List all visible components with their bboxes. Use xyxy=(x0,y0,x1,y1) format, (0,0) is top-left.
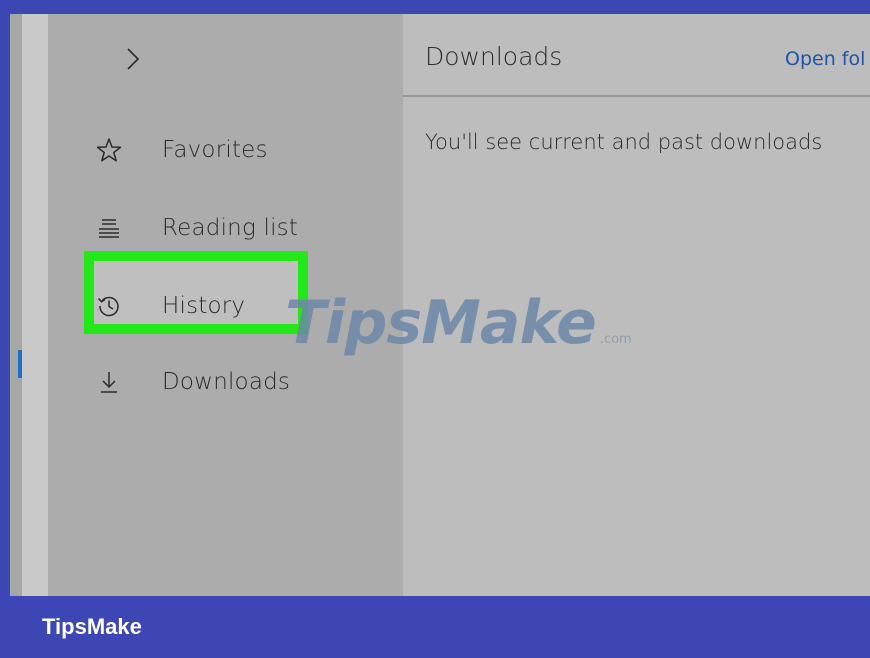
window-edge xyxy=(10,14,22,596)
sidebar-item-label: Favorites xyxy=(162,137,268,163)
chevron-right-icon[interactable] xyxy=(118,42,148,76)
footer-bar: TipsMake xyxy=(0,596,870,658)
sidebar-item-label: Reading list xyxy=(162,215,299,241)
star-icon xyxy=(92,133,126,167)
open-folder-link[interactable]: Open fol xyxy=(785,48,870,70)
window-edge-inner xyxy=(22,14,48,596)
history-icon xyxy=(92,289,126,323)
watermark-suffix: .com xyxy=(599,332,632,347)
sidebar-item-favorites[interactable]: Favorites xyxy=(48,122,403,178)
reading-list-icon xyxy=(92,211,126,245)
watermark-brand: TipsMake xyxy=(285,288,597,358)
watermark-logo: TipsMake .com xyxy=(285,288,632,358)
image-frame: Favorites Reading list History Downloads… xyxy=(0,0,870,658)
footer-brand: TipsMake xyxy=(42,614,142,639)
download-icon xyxy=(92,365,126,399)
sidebar-item-label: Downloads xyxy=(162,369,291,395)
panel-divider xyxy=(403,95,870,97)
sidebar-item-reading-list[interactable]: Reading list xyxy=(48,200,403,256)
selected-item-indicator xyxy=(18,350,22,378)
empty-downloads-message: You'll see current and past downloads xyxy=(425,130,823,154)
sidebar-item-label: History xyxy=(162,293,246,319)
page-title: Downloads xyxy=(425,42,563,71)
sidebar-item-downloads[interactable]: Downloads xyxy=(48,354,403,410)
